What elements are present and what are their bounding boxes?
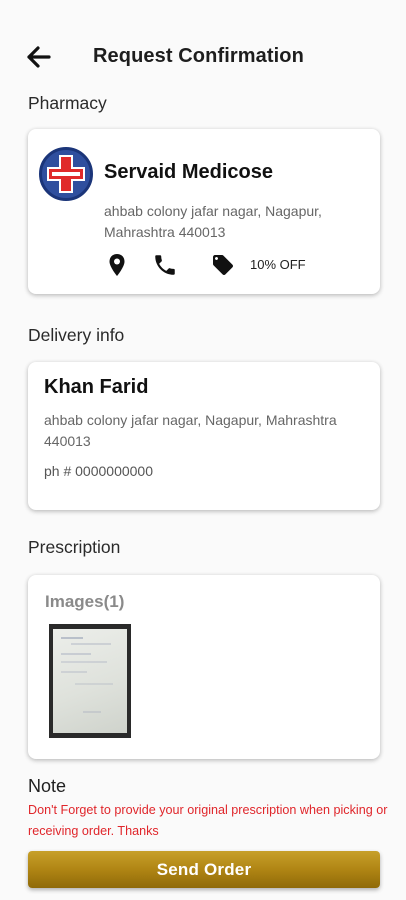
arrow-left-icon — [27, 46, 51, 68]
pharmacy-logo — [39, 147, 93, 201]
delivery-section-label: Delivery info — [28, 325, 125, 345]
discount-label: 10% OFF — [250, 257, 306, 272]
prescription-image-thumbnail[interactable] — [49, 624, 131, 738]
pharmacy-section-label: Pharmacy — [28, 93, 107, 113]
prescription-section-label: Prescription — [28, 537, 121, 557]
back-button[interactable] — [22, 40, 56, 74]
images-count-label: Images(1) — [45, 592, 125, 611]
pharmacy-address: ahbab colony jafar nagar, Nagapur, Mahra… — [104, 203, 322, 240]
customer-phone: ph # 0000000000 — [44, 463, 153, 479]
prescription-image — [53, 629, 127, 733]
pharmacy-card: Servaid Medicose ahbab colony jafar naga… — [28, 129, 380, 294]
pharmacy-name: Servaid Medicose — [104, 161, 273, 183]
app-header: Request Confirmation — [0, 34, 406, 78]
call-button[interactable] — [152, 251, 178, 279]
location-pin-icon — [109, 254, 125, 276]
location-button[interactable] — [104, 251, 130, 279]
prescription-card: Images(1) — [28, 575, 380, 759]
pharmacy-actions: 10% OFF — [104, 251, 364, 279]
page-title: Request Confirmation — [93, 45, 304, 67]
phone-icon — [155, 255, 175, 275]
delivery-card: Khan Farid ahbab colony jafar nagar, Nag… — [28, 362, 380, 510]
customer-address: ahbab colony jafar nagar, Nagapur, Mahra… — [44, 412, 337, 449]
note-label: Note — [28, 776, 67, 796]
offer-tag — [210, 251, 236, 279]
send-order-button[interactable]: Send Order — [28, 851, 380, 888]
tag-icon — [213, 255, 233, 275]
customer-name: Khan Farid — [44, 376, 149, 398]
note-text: Don't Forget to provide your original pr… — [28, 803, 388, 838]
